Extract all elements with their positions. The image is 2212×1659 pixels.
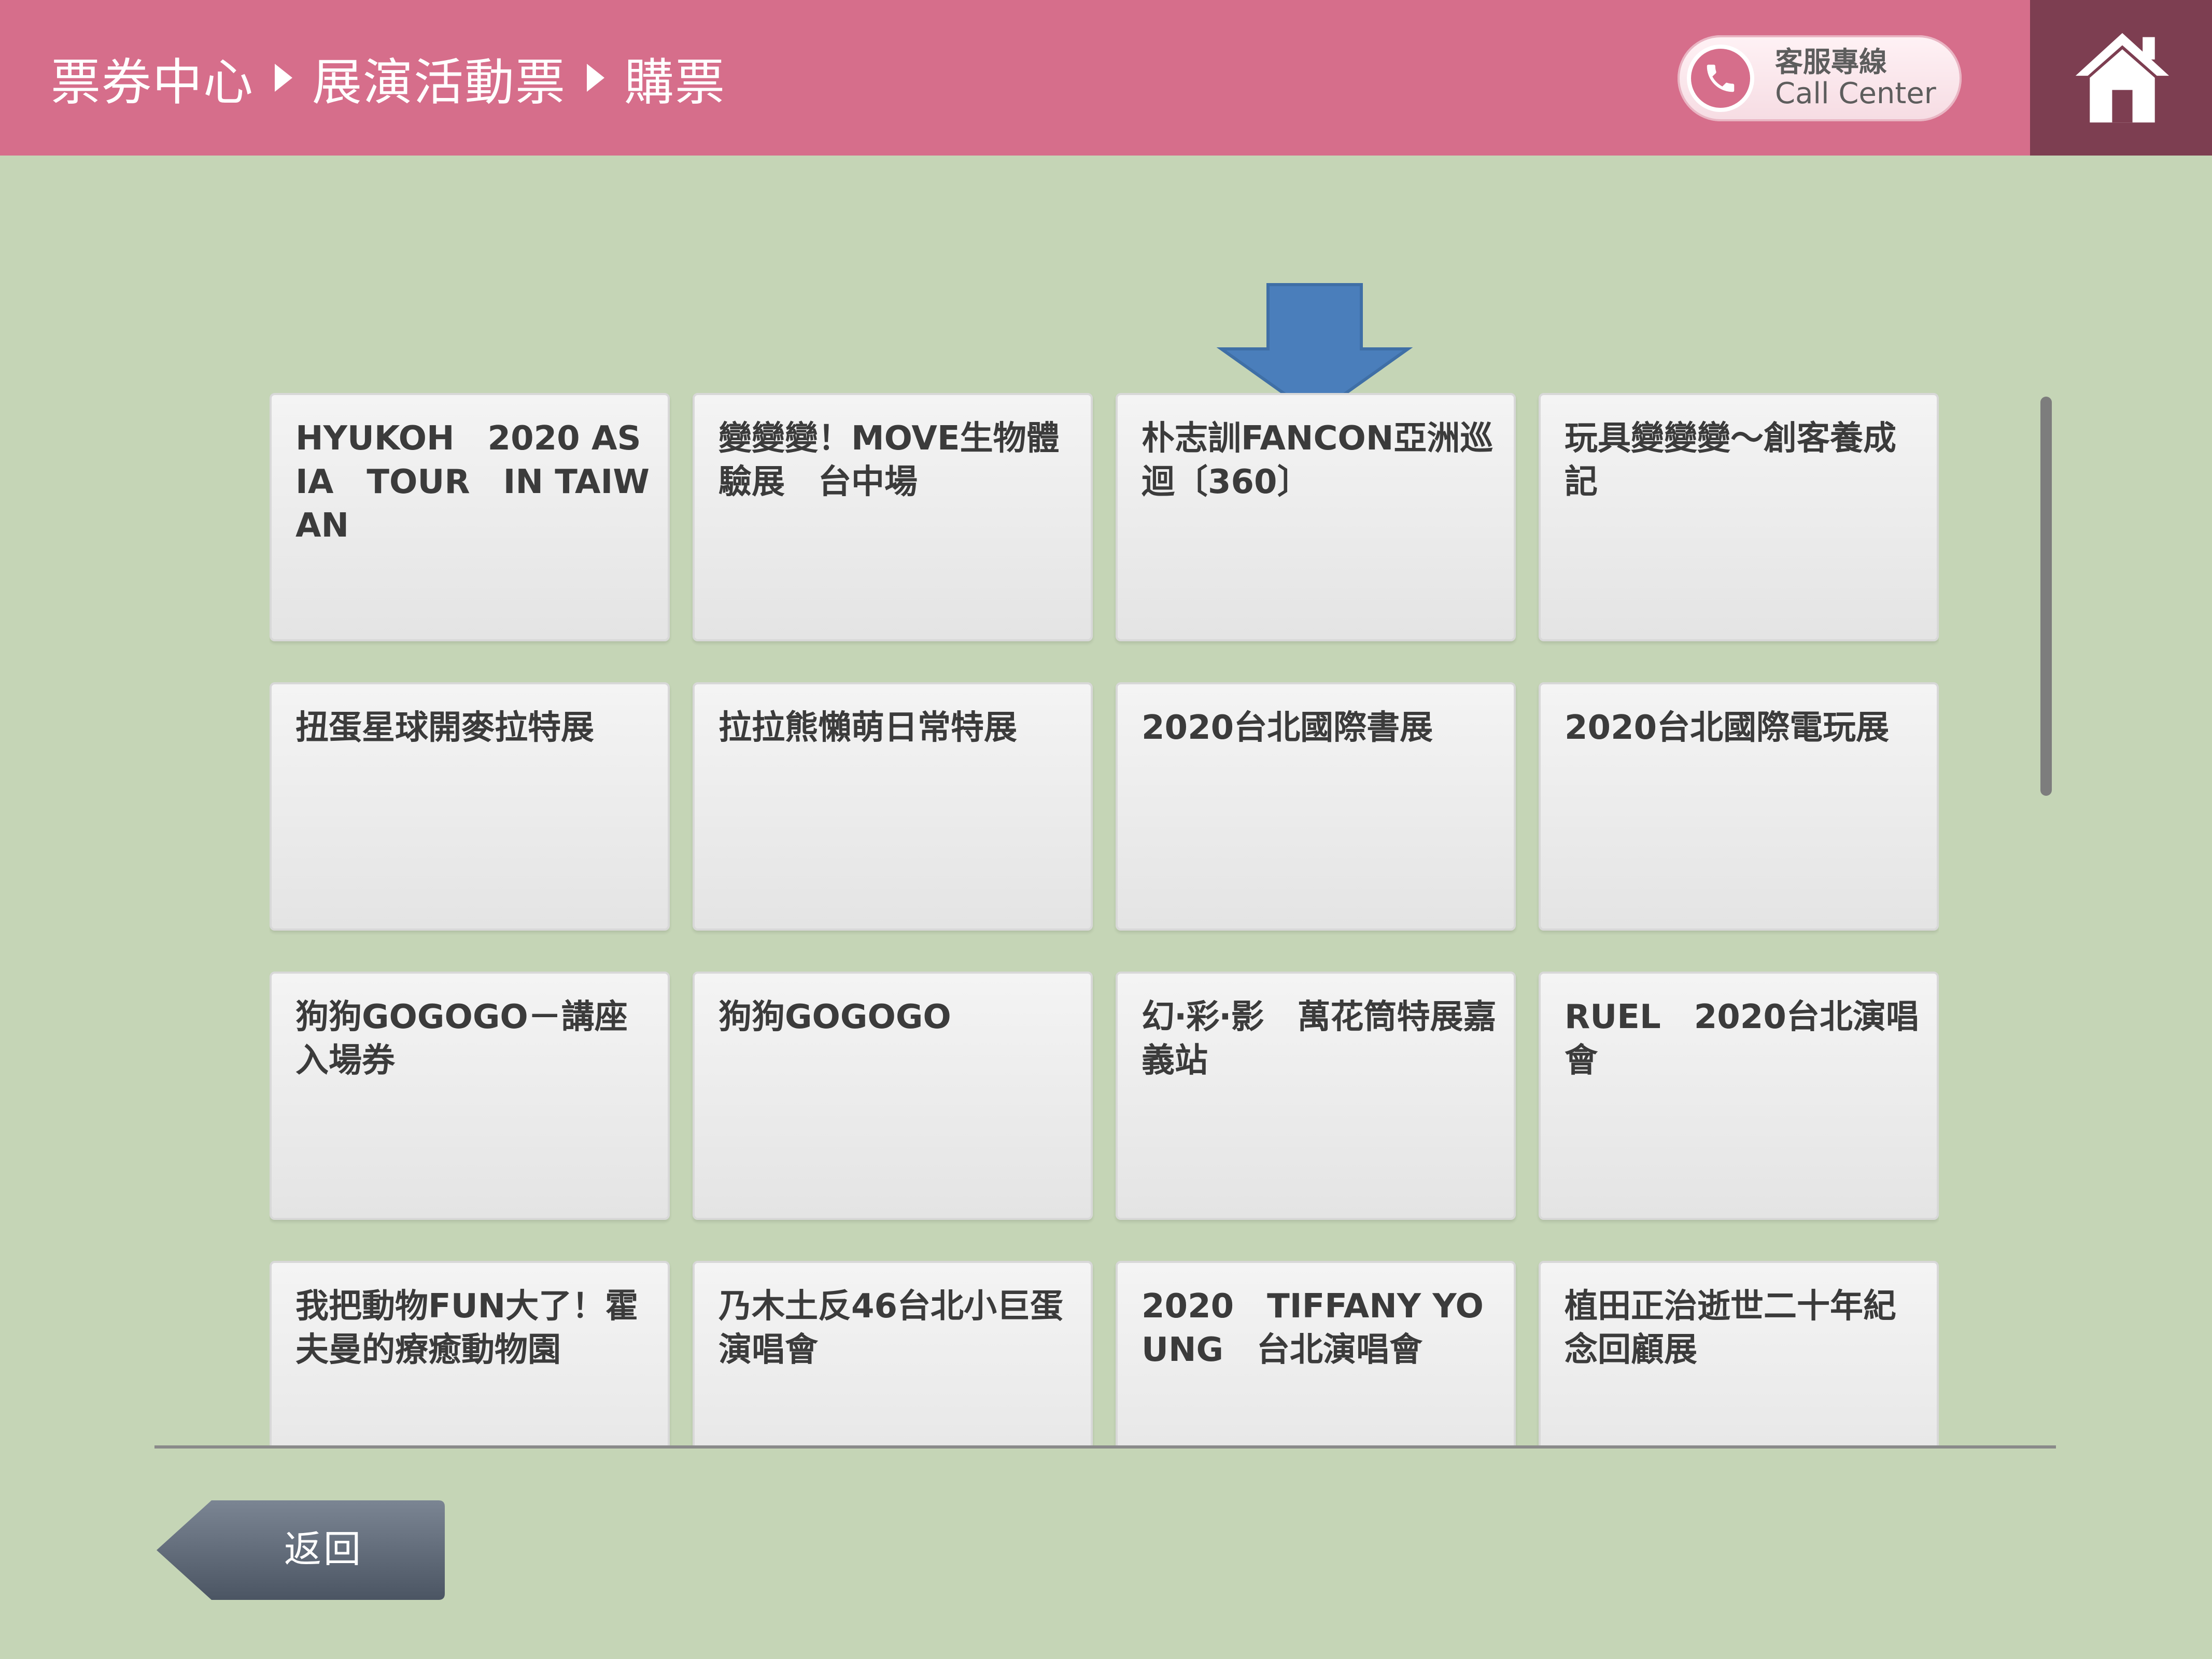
ticket-purchase-screen: 票券中心 展演活動票 購票 客服專線 Call Center HYUKOH 20…	[0, 0, 2212, 1659]
home-icon	[2075, 33, 2169, 123]
scrollbar-thumb[interactable]	[2040, 397, 2052, 796]
event-card-label: 乃木土反46台北小巨蛋演唱會	[718, 1287, 1064, 1369]
event-card[interactable]: 玩具變變變～創客養成記	[1539, 393, 1939, 641]
event-card[interactable]: RUEL 2020台北演唱會	[1539, 972, 1939, 1220]
event-card-label: 朴志訓FANCON亞洲巡迴〔360〕	[1142, 419, 1494, 501]
event-card[interactable]: 變變變！MOVE生物體驗展 台中場	[693, 393, 1093, 641]
event-card-label: 變變變！MOVE生物體驗展 台中場	[718, 419, 1060, 501]
event-card[interactable]: 拉拉熊懶萌日常特展	[693, 682, 1093, 931]
event-card-label: 扭蛋星球開麥拉特展	[295, 709, 594, 747]
event-grid: HYUKOH 2020 ASIA TOUR IN TAIWAN 變變變！MOVE…	[270, 393, 1939, 1445]
back-button-label: 返回	[284, 1527, 363, 1571]
event-card-label: 植田正治逝世二十年紀念回顧展	[1565, 1287, 1896, 1369]
event-card[interactable]: 扭蛋星球開麥拉特展	[270, 682, 670, 931]
breadcrumb-purchase: 購票	[624, 53, 726, 111]
event-card[interactable]: 狗狗GOGOGO－講座入場券	[270, 972, 670, 1220]
back-button[interactable]: 返回	[154, 1497, 448, 1603]
event-card-label: HYUKOH 2020 ASIA TOUR IN TAIWAN	[295, 419, 650, 545]
event-card-label: 2020 TIFFANY YOUNG 台北演唱會	[1142, 1287, 1484, 1369]
breadcrumb: 票券中心 展演活動票 購票	[51, 44, 726, 111]
event-card-label: 拉拉熊懶萌日常特展	[718, 709, 1017, 747]
home-button[interactable]	[2030, 0, 2212, 156]
event-card-label: 狗狗GOGOGO－講座入場券	[295, 998, 628, 1080]
event-card-label: 幻‧彩‧影 萬花筒特展嘉義站	[1142, 998, 1497, 1080]
breadcrumb-separator-icon	[275, 64, 292, 92]
event-card-label: 我把動物FUN大了！霍夫曼的療癒動物園	[295, 1287, 639, 1369]
breadcrumb-event-tickets[interactable]: 展演活動票	[312, 42, 566, 114]
footer-divider	[154, 1445, 2056, 1449]
scrollbar[interactable]	[2040, 397, 2052, 1444]
breadcrumb-ticket-center[interactable]: 票券中心	[51, 42, 254, 114]
call-center-label-zh: 客服專線	[1775, 46, 1887, 78]
event-card[interactable]: 2020台北國際書展	[1116, 682, 1516, 931]
call-center-text: 客服專線 Call Center	[1775, 46, 1936, 111]
event-card[interactable]: 乃木土反46台北小巨蛋演唱會	[693, 1261, 1093, 1445]
event-card[interactable]: 朴志訓FANCON亞洲巡迴〔360〕	[1116, 393, 1516, 641]
breadcrumb-separator-icon	[587, 64, 604, 92]
event-card[interactable]: 植田正治逝世二十年紀念回顧展	[1539, 1261, 1939, 1445]
phone-icon	[1687, 45, 1754, 112]
event-card[interactable]: 2020台北國際電玩展	[1539, 682, 1939, 931]
event-card-label: 2020台北國際書展	[1142, 709, 1433, 747]
event-card-label: RUEL 2020台北演唱會	[1565, 998, 1919, 1080]
event-card[interactable]: 幻‧彩‧影 萬花筒特展嘉義站	[1116, 972, 1516, 1220]
event-card[interactable]: 2020 TIFFANY YOUNG 台北演唱會	[1116, 1261, 1516, 1445]
event-card-label: 狗狗GOGOGO	[718, 998, 951, 1036]
call-center-button[interactable]: 客服專線 Call Center	[1678, 35, 1962, 121]
event-card[interactable]: 我把動物FUN大了！霍夫曼的療癒動物園	[270, 1261, 670, 1445]
event-card-label: 玩具變變變～創客養成記	[1565, 419, 1896, 501]
event-card-label: 2020台北國際電玩展	[1565, 709, 1890, 747]
event-card[interactable]: 狗狗GOGOGO	[693, 972, 1093, 1220]
header-bar: 票券中心 展演活動票 購票 客服專線 Call Center	[0, 0, 2030, 156]
call-center-label-en: Call Center	[1775, 77, 1936, 111]
event-card[interactable]: HYUKOH 2020 ASIA TOUR IN TAIWAN	[270, 393, 670, 641]
